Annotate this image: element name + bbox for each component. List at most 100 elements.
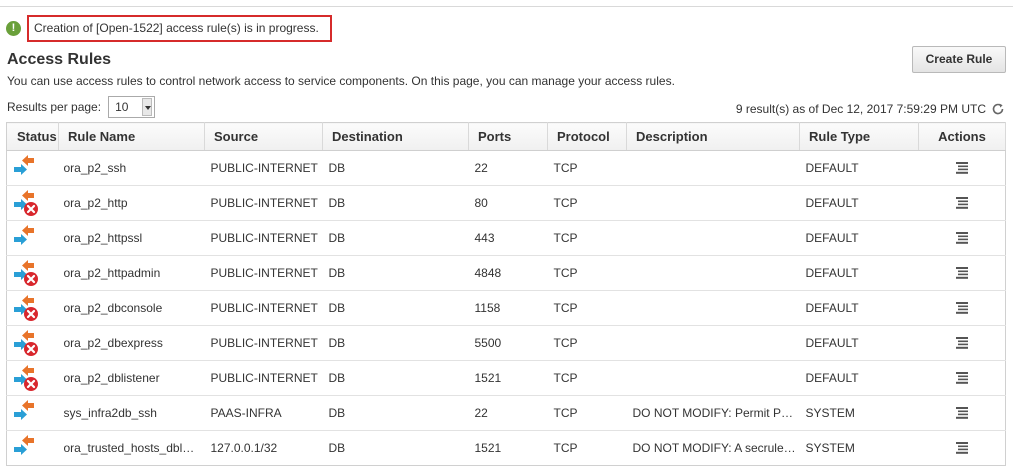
progress-notice: ! Creation of [Open-1522] access rule(s)… xyxy=(6,15,332,42)
actions-cell xyxy=(918,395,1006,431)
destination-cell: DB xyxy=(322,185,469,221)
destination-cell: DB xyxy=(328,441,346,455)
ports-cell: 1521 xyxy=(474,441,502,455)
status-cell xyxy=(6,255,59,291)
actions-menu-icon[interactable] xyxy=(955,336,969,350)
protocol-cell: TCP xyxy=(547,220,627,256)
table-row[interactable]: ora_p2_dbexpress PUBLIC-INTERNET DB 5500… xyxy=(6,325,1006,361)
status-cell xyxy=(6,395,59,431)
description-cell: DO NOT MODIFY: Permit P… xyxy=(626,395,800,431)
source-cell: 127.0.0.1/32 xyxy=(210,441,278,455)
destination-cell: DB xyxy=(322,290,469,326)
results-timestamp: 9 result(s) as of Dec 12, 2017 7:59:29 P… xyxy=(735,102,986,116)
table-row[interactable]: ora_p2_httpadmin PUBLIC-INTERNET DB 4848… xyxy=(6,255,1006,291)
table-row[interactable]: sys_infra2db_ssh PAAS-INFRA DB 22 TCP DO… xyxy=(6,395,1006,431)
ports-cell: 443 xyxy=(468,220,548,256)
protocol-cell: TCP xyxy=(547,255,627,291)
column-header-description[interactable]: Description xyxy=(626,122,800,151)
status-cell xyxy=(6,360,59,396)
access-rule-disabled-icon xyxy=(14,260,38,286)
actions-menu-icon[interactable] xyxy=(955,301,969,315)
actions-menu-icon[interactable] xyxy=(955,161,969,175)
status-cell xyxy=(6,220,59,256)
access-rule-arrows-icon xyxy=(14,225,34,245)
table-row[interactable]: ora_p2_dbconsole PUBLIC-INTERNET DB 1158… xyxy=(6,290,1006,326)
rule-name-cell: ora_p2_ssh xyxy=(58,150,205,186)
access-rule-arrows-icon xyxy=(14,400,34,420)
description-cell xyxy=(626,150,800,186)
source-cell: PUBLIC-INTERNET xyxy=(204,220,323,256)
actions-cell xyxy=(918,150,1006,186)
actions-cell xyxy=(918,185,1006,221)
protocol-cell: TCP xyxy=(547,360,627,396)
actions-menu-icon[interactable] xyxy=(955,371,969,385)
table-row[interactable]: ora_p2_dblistener PUBLIC-INTERNET DB 152… xyxy=(6,360,1006,396)
results-per-page-select[interactable]: 10 xyxy=(108,96,156,118)
protocol-cell: TCP xyxy=(547,395,627,431)
rule-type-cell: DEFAULT xyxy=(799,290,919,326)
column-header-source[interactable]: Source xyxy=(204,122,323,151)
status-cell xyxy=(6,150,59,186)
top-divider xyxy=(0,6,1013,7)
access-rule-arrows-icon xyxy=(14,435,34,455)
rule-type-cell: SYSTEM xyxy=(805,441,855,455)
ports-cell: 4848 xyxy=(468,255,548,291)
table-row[interactable]: ora_p2_httpssl PUBLIC-INTERNET DB 443 TC… xyxy=(6,220,1006,256)
destination-cell: DB xyxy=(322,150,469,186)
status-cell xyxy=(7,431,59,466)
actions-menu-icon[interactable] xyxy=(955,196,969,210)
status-cell xyxy=(6,185,59,221)
results-per-page-value: 10 xyxy=(115,100,129,114)
rule-name-cell: ora_p2_dblistener xyxy=(58,360,205,396)
results-info: 9 result(s) as of Dec 12, 2017 7:59:29 P… xyxy=(736,102,1005,116)
rule-name-cell: ora_p2_dbconsole xyxy=(58,290,205,326)
column-header-destination[interactable]: Destination xyxy=(322,122,469,151)
description-cell xyxy=(626,360,800,396)
column-header-status[interactable]: Status xyxy=(6,122,59,151)
source-cell: PUBLIC-INTERNET xyxy=(204,150,323,186)
column-header-rule-name[interactable]: Rule Name xyxy=(58,122,205,151)
actions-cell xyxy=(918,325,1006,361)
column-header-ports[interactable]: Ports xyxy=(468,122,548,151)
table-row[interactable]: ora_p2_ssh PUBLIC-INTERNET DB 22 TCP DEF… xyxy=(6,150,1006,186)
results-per-page: Results per page: 10 xyxy=(7,96,156,118)
results-per-page-label: Results per page: xyxy=(7,100,102,114)
rule-name-cell: ora_p2_http xyxy=(58,185,205,221)
ports-cell: 5500 xyxy=(468,325,548,361)
description-cell xyxy=(626,220,800,256)
create-rule-button[interactable]: Create Rule xyxy=(912,46,1006,73)
rule-type-cell: DEFAULT xyxy=(799,255,919,291)
chevron-down-icon[interactable] xyxy=(142,98,153,116)
ports-cell: 1521 xyxy=(468,360,548,396)
rule-name-cell: ora_p2_httpssl xyxy=(58,220,205,256)
table-row[interactable]: ora_p2_http PUBLIC-INTERNET DB 80 TCP DE… xyxy=(6,185,1006,221)
actions-menu-icon[interactable] xyxy=(955,231,969,245)
column-header-actions: Actions xyxy=(918,122,1006,151)
source-cell: PUBLIC-INTERNET xyxy=(204,255,323,291)
destination-cell: DB xyxy=(322,255,469,291)
rule-name-cell: ora_p2_dbexpress xyxy=(58,325,205,361)
source-cell: PUBLIC-INTERNET xyxy=(204,325,323,361)
access-rule-disabled-icon xyxy=(14,330,38,356)
access-rules-table: Status Rule Name Source Destination Port… xyxy=(6,122,1006,466)
column-header-rule-type[interactable]: Rule Type xyxy=(799,122,919,151)
refresh-icon[interactable] xyxy=(991,102,1005,116)
destination-cell: DB xyxy=(322,395,469,431)
description-cell xyxy=(626,325,800,361)
notice-message: Creation of [Open-1522] access rule(s) i… xyxy=(27,15,332,42)
actions-menu-icon[interactable] xyxy=(955,266,969,280)
column-header-protocol[interactable]: Protocol xyxy=(547,122,627,151)
destination-cell: DB xyxy=(322,360,469,396)
rule-type-cell: DEFAULT xyxy=(799,325,919,361)
page-title: Access Rules xyxy=(7,51,112,68)
table-row[interactable]: ora_trusted_hosts_dbl… 127.0.0.1/32 DB 1… xyxy=(7,431,1006,466)
protocol-cell: TCP xyxy=(547,325,627,361)
description-cell xyxy=(626,255,800,291)
access-rule-disabled-icon xyxy=(14,365,38,391)
status-cell xyxy=(6,325,59,361)
actions-menu-icon[interactable] xyxy=(955,441,969,455)
protocol-cell: TCP xyxy=(547,150,627,186)
source-cell: PAAS-INFRA xyxy=(204,395,323,431)
rule-type-cell: DEFAULT xyxy=(799,185,919,221)
actions-menu-icon[interactable] xyxy=(955,406,969,420)
